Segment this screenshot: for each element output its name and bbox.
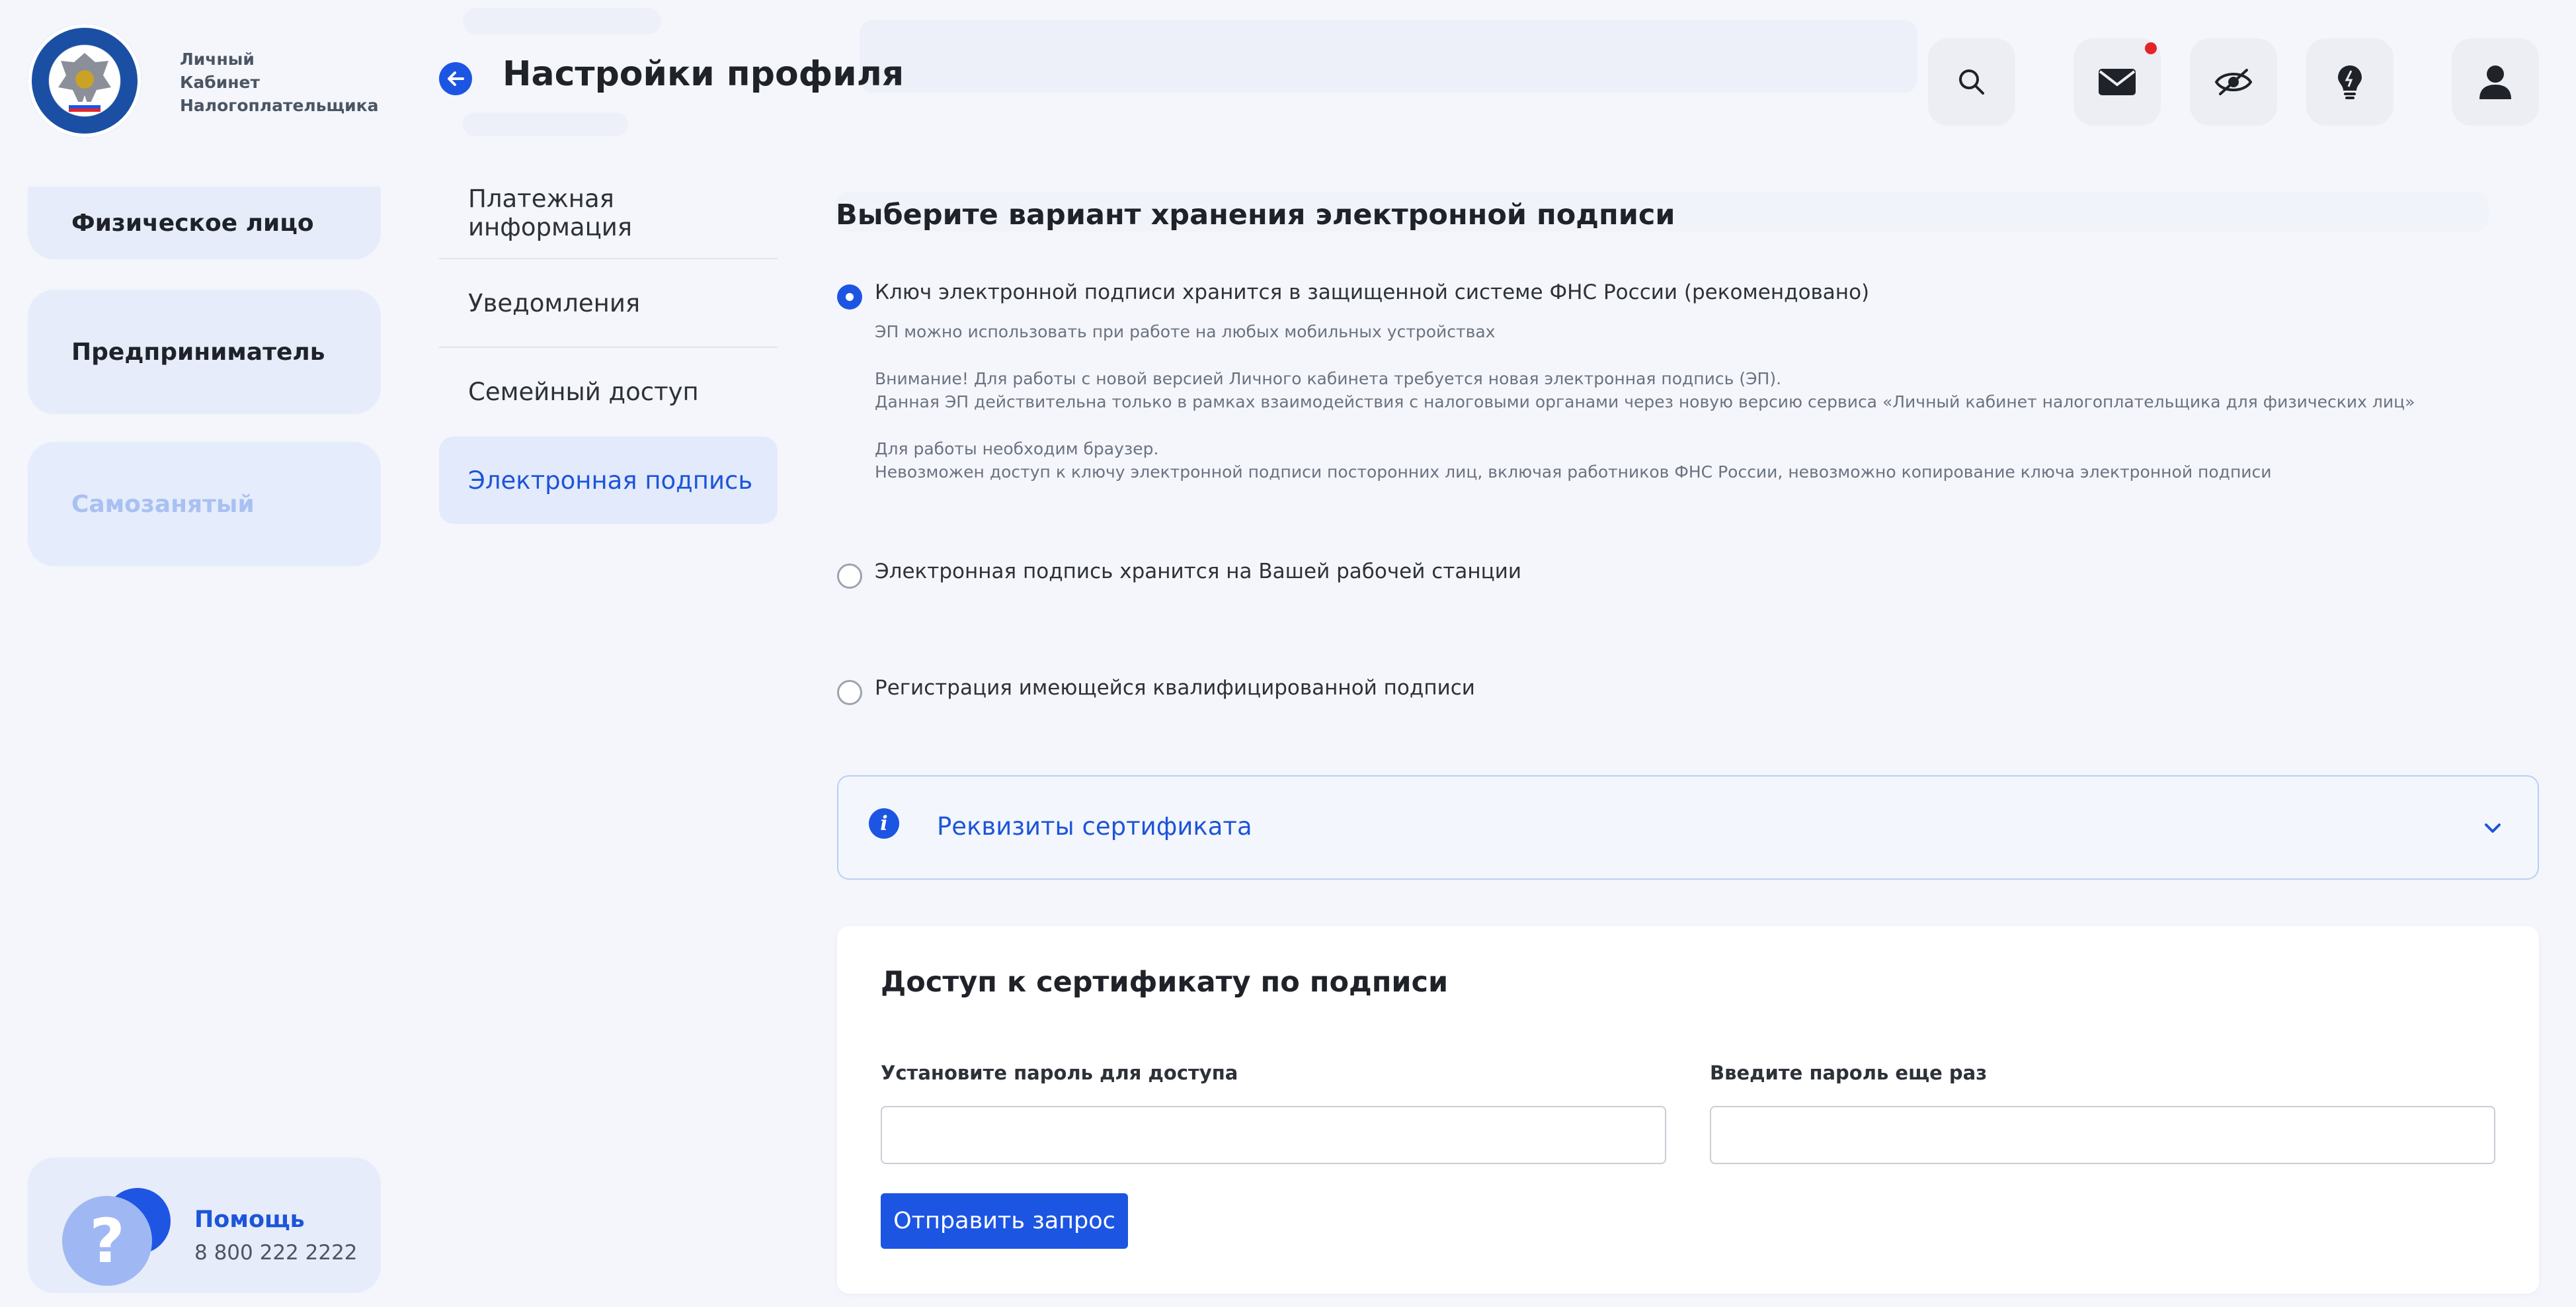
logo-line-3: Налогоплательщика: [180, 96, 379, 115]
user-icon: [2479, 65, 2511, 99]
note-security: Невозможен доступ к ключу электронной по…: [875, 462, 2272, 482]
logo-line-2: Кабинет: [180, 73, 260, 92]
search-icon: [1959, 69, 1984, 95]
note-mobile: ЭП можно использовать при работе на любы…: [875, 322, 1496, 341]
role-self-employed[interactable]: Самозанятый: [28, 442, 381, 566]
page-title: Настройки профиля: [503, 54, 905, 94]
chevron-down-icon[interactable]: [2481, 816, 2505, 840]
menu-item-electronic-signature[interactable]: Электронная подпись: [439, 437, 778, 524]
role-individual[interactable]: Физическое лицо: [28, 187, 381, 259]
repeat-password-label: Введите пароль еще раз: [1710, 1062, 1988, 1084]
section-title: Выберите вариант хранения электронной по…: [836, 198, 1675, 232]
option-fns-storage-label[interactable]: Ключ электронной подписи хранится в защи…: [875, 280, 1869, 304]
menu-item-label: Электронная подпись: [468, 466, 753, 495]
menu-item-label: Уведомления: [468, 288, 641, 317]
certificate-details-title[interactable]: Реквизиты сертификата: [937, 812, 1252, 841]
note-validity: Данная ЭП действительна только в рамках …: [875, 392, 2415, 411]
fns-emblem-logo[interactable]: [28, 24, 141, 138]
help-question-glyph: ?: [89, 1205, 125, 1277]
lightbulb-icon: [2338, 65, 2362, 99]
submit-request-button[interactable]: Отправить запрос: [881, 1193, 1128, 1249]
help-question-icon: ?: [62, 1196, 152, 1286]
role-self-employed-label: Самозанятый: [71, 490, 255, 518]
notification-dot: [2145, 42, 2157, 54]
visibility-toggle-button[interactable]: [2190, 38, 2277, 126]
arrow-left-icon: [448, 71, 464, 86]
role-entrepreneur-label: Предприниматель: [71, 338, 325, 366]
submit-request-label: Отправить запрос: [893, 1208, 1115, 1234]
radio-qualified-signature[interactable]: [837, 680, 862, 705]
role-entrepreneur[interactable]: Предприниматель: [28, 290, 381, 414]
help-phone: 8 800 222 2222: [194, 1241, 358, 1265]
background-ghost-content: [860, 20, 1917, 93]
menu-item-label: Семейный доступ: [468, 377, 699, 406]
logo-line-1: Личный: [180, 50, 255, 69]
repeat-password-input[interactable]: [1710, 1106, 2495, 1164]
password-input[interactable]: [881, 1106, 1666, 1164]
profile-button[interactable]: [2452, 38, 2539, 126]
search-button[interactable]: [1928, 38, 2015, 126]
tips-button[interactable]: [2306, 38, 2394, 126]
role-individual-label: Физическое лицо: [71, 209, 314, 237]
password-label: Установите пароль для доступа: [881, 1062, 1238, 1084]
access-title: Доступ к сертификату по подписи: [881, 966, 1449, 999]
info-icon: i: [869, 808, 899, 839]
menu-item-payment-info[interactable]: Платежная информация: [439, 169, 778, 257]
radio-workstation-storage[interactable]: [837, 564, 862, 589]
radio-fns-storage[interactable]: [837, 284, 862, 310]
note-warning: Внимание! Для работы с новой версией Лич…: [875, 369, 1782, 388]
menu-item-label: Платежная информация: [468, 185, 633, 241]
eye-off-icon: [2214, 69, 2253, 95]
note-browser: Для работы необходим браузер.: [875, 439, 1159, 458]
logo-text: Личный Кабинет Налогоплательщика: [180, 48, 379, 117]
menu-item-notifications[interactable]: Уведомления: [439, 259, 778, 347]
back-button[interactable]: [439, 62, 472, 95]
menu-item-family-access[interactable]: Семейный доступ: [439, 348, 778, 435]
background-ghost-content: [463, 8, 661, 34]
help-title[interactable]: Помощь: [194, 1206, 305, 1233]
mail-icon: [2099, 69, 2136, 95]
option-workstation-label[interactable]: Электронная подпись хранится на Вашей ра…: [875, 560, 1521, 583]
background-ghost-content: [463, 112, 628, 136]
option-qualified-label[interactable]: Регистрация имеющейся квалифицированной …: [875, 676, 1475, 700]
